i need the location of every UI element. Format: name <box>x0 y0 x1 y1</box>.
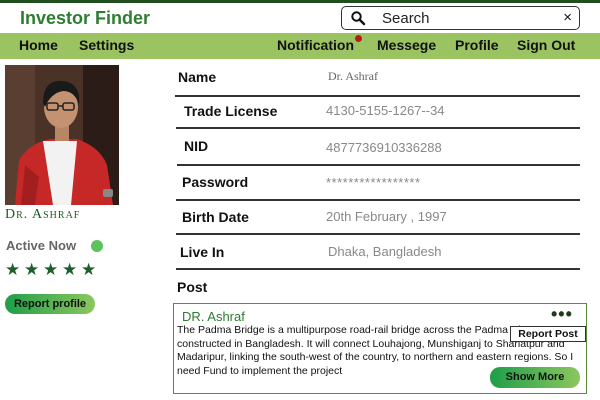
password-label: Password <box>182 174 249 190</box>
trade-license-label: Trade License <box>184 103 278 119</box>
star-icon: ★ <box>62 260 78 279</box>
nav-profile[interactable]: Profile <box>455 37 499 53</box>
name-value: Dr. Ashraf <box>328 69 378 83</box>
post-heading: Post <box>177 279 208 295</box>
nav-settings[interactable]: Settings <box>79 37 134 53</box>
name-label: Name <box>178 69 217 85</box>
birth-date-label: Birth Date <box>182 209 249 225</box>
close-icon[interactable]: × <box>563 9 572 26</box>
rating-stars: ★ ★ ★ ★ ★ <box>5 260 97 279</box>
star-icon: ★ <box>43 260 59 279</box>
active-status: Active Now <box>6 238 77 253</box>
nav-notification[interactable]: Notification <box>277 37 354 53</box>
show-more-button[interactable]: Show More <box>490 367 580 388</box>
divider <box>175 95 580 97</box>
online-indicator <box>91 240 103 252</box>
notification-badge <box>355 35 362 42</box>
report-post-button[interactable]: Report Post <box>510 326 586 342</box>
live-in-label: Live In <box>180 244 225 260</box>
divider <box>176 199 580 201</box>
divider <box>177 164 580 166</box>
star-icon: ★ <box>81 260 97 279</box>
nav-bar: Home Settings Notification Messege Profi… <box>0 33 600 59</box>
nid-label: NID <box>184 138 209 154</box>
app-title: Investor Finder <box>20 8 151 28</box>
nav-home[interactable]: Home <box>19 37 58 53</box>
top-border <box>0 0 600 3</box>
divider <box>176 233 580 235</box>
profile-name: Dr. Ashraf <box>5 207 81 222</box>
divider <box>176 268 580 270</box>
nid-value: 4877736910336288 <box>326 140 442 155</box>
more-dots-icon[interactable]: ••• <box>551 304 573 325</box>
profile-photo <box>5 65 119 205</box>
trade-license-value: 4130-5155-1267--34 <box>326 103 445 118</box>
search-input[interactable]: Search <box>382 10 430 27</box>
live-in-value: Dhaka, Bangladesh <box>328 244 442 259</box>
search-bar[interactable]: Search × <box>341 6 580 30</box>
nav-signout[interactable]: Sign Out <box>517 37 575 53</box>
birth-date-value: 20th February , 1997 <box>326 209 447 224</box>
report-profile-button[interactable]: Report profile <box>5 294 95 314</box>
post-author[interactable]: DR. Ashraf <box>182 309 245 324</box>
password-value: ***************** <box>326 175 421 190</box>
star-icon: ★ <box>24 260 40 279</box>
star-icon: ★ <box>5 260 21 279</box>
divider <box>176 127 580 129</box>
nav-message[interactable]: Messege <box>377 37 436 53</box>
search-icon[interactable] <box>350 10 366 26</box>
